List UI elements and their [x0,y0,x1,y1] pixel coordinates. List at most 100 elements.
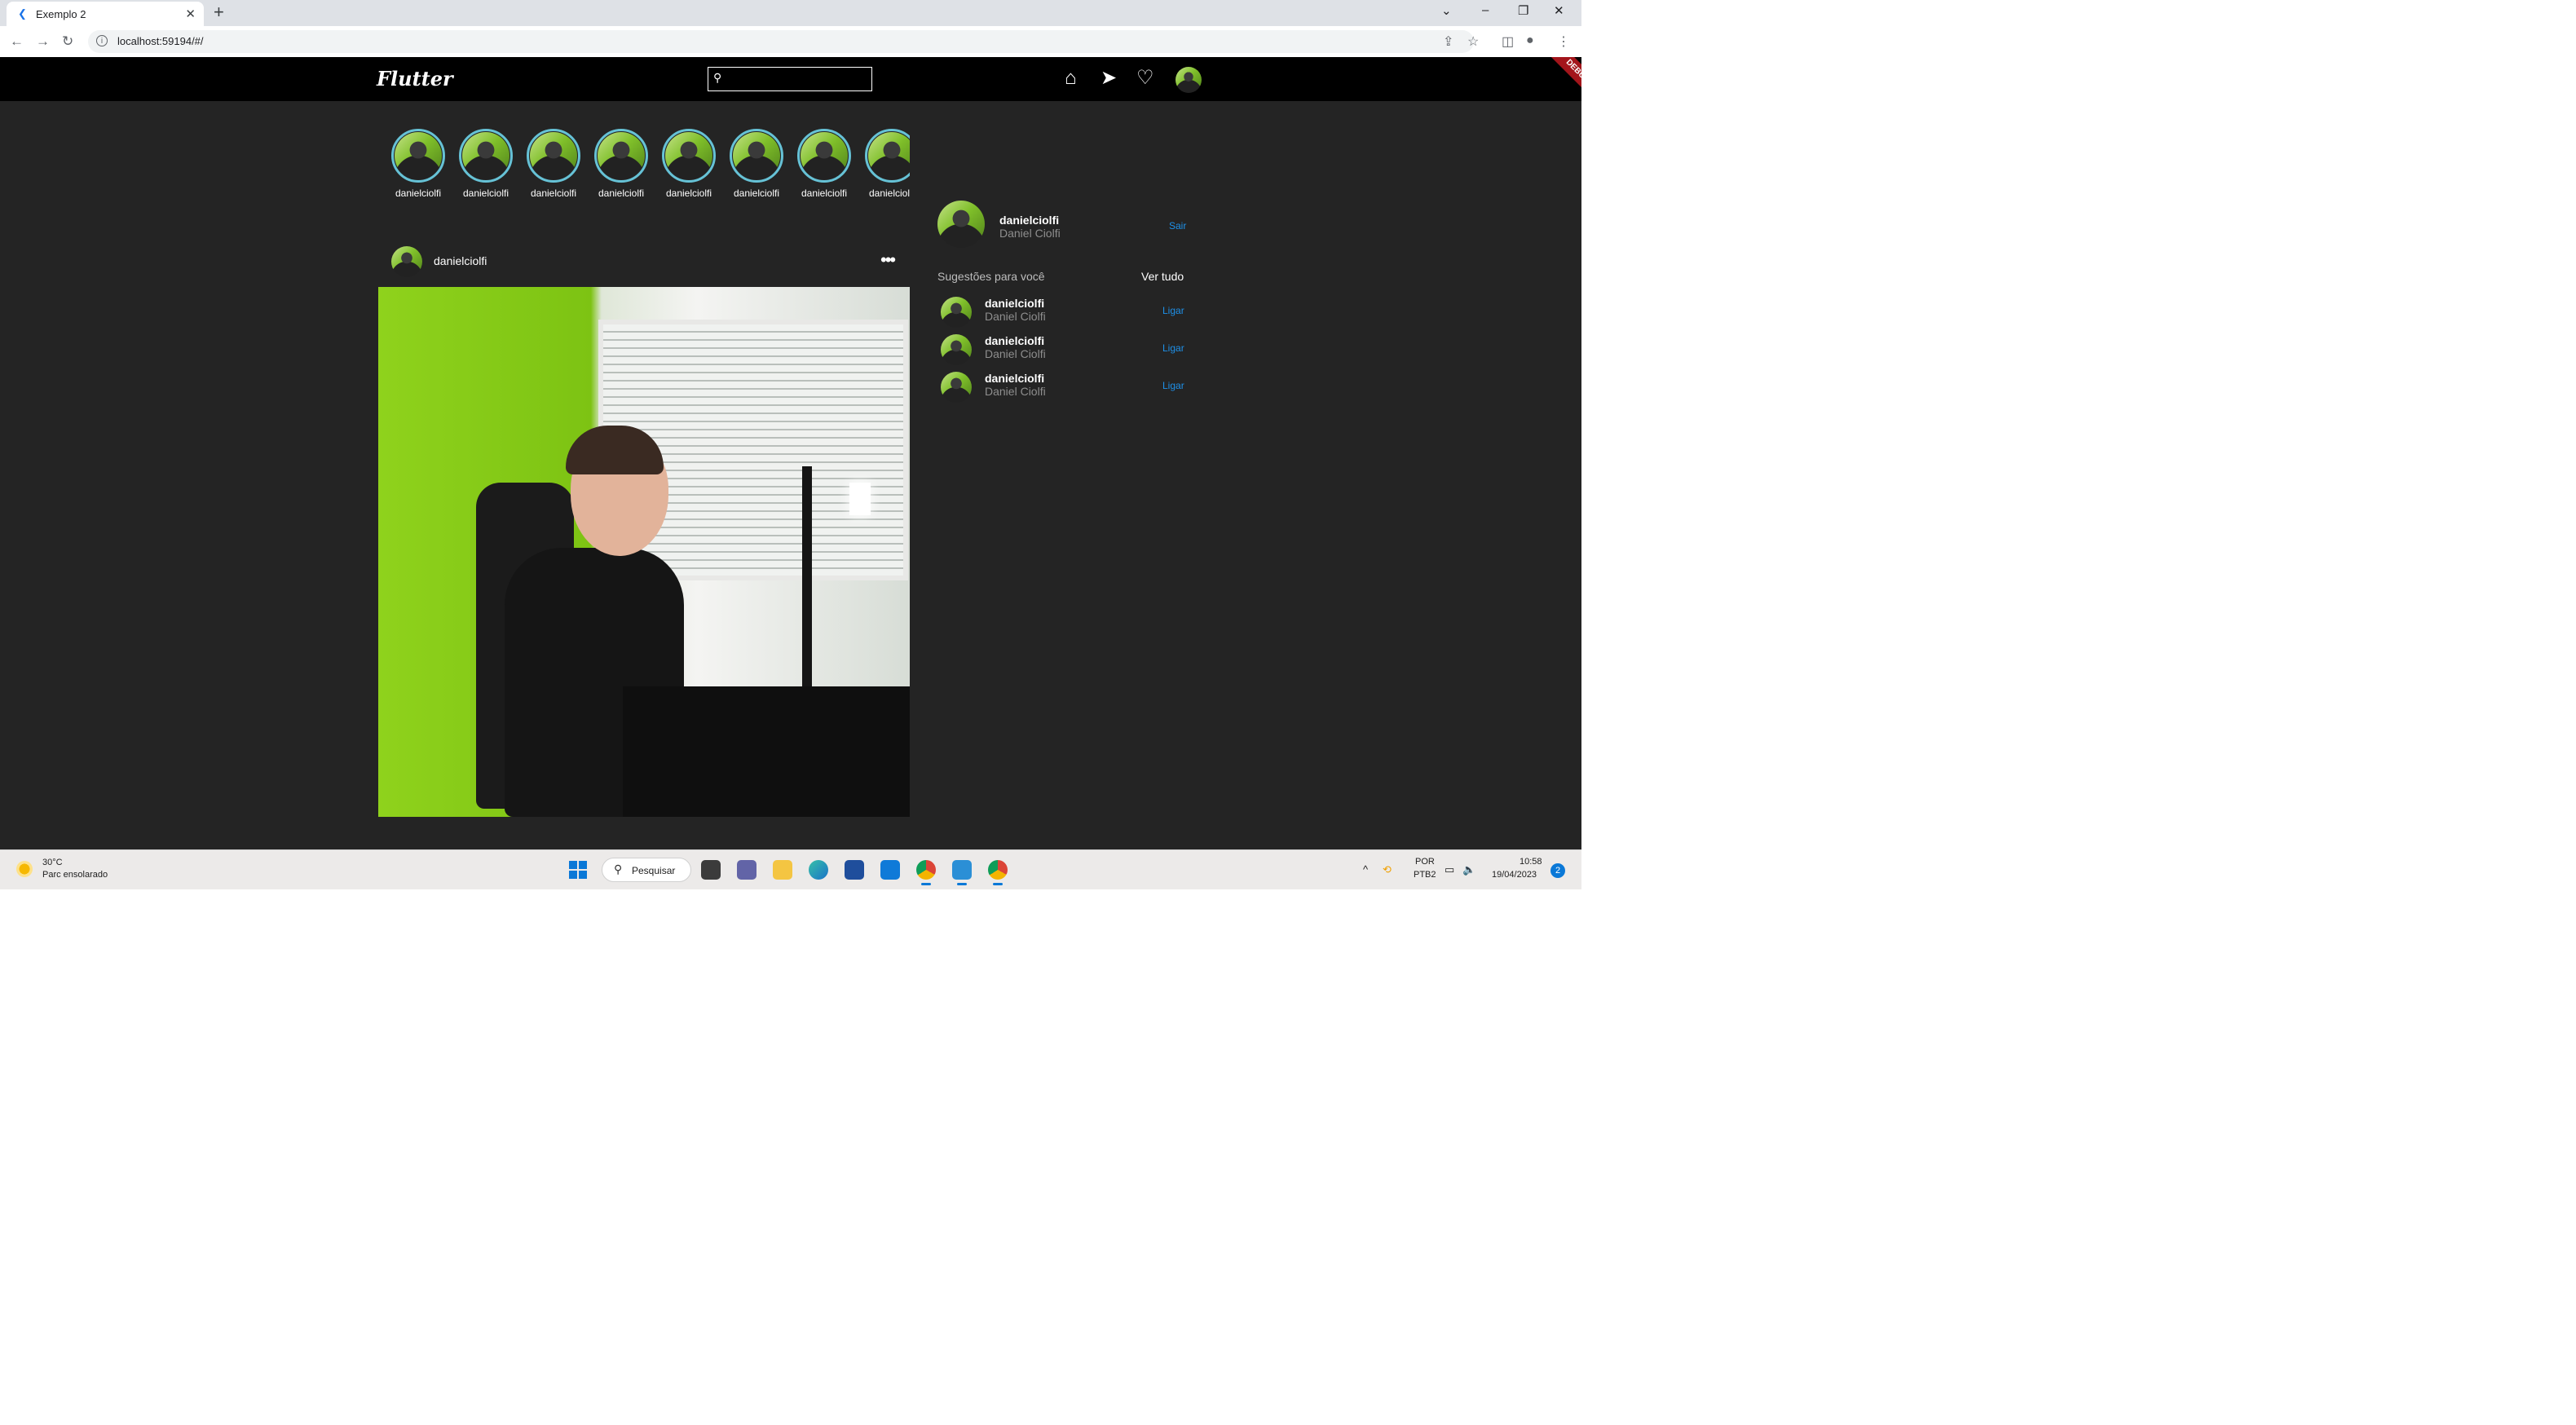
close-tab-icon[interactable]: ✕ [185,7,196,21]
flutter-favicon-icon: ❮ [18,7,27,20]
profile-avatar[interactable] [1176,67,1202,93]
windows-start-icon[interactable] [569,861,587,879]
vscode-icon[interactable] [952,860,972,885]
story-username: danielciolfi [462,188,509,199]
story-avatar[interactable] [598,132,645,179]
sync-icon[interactable]: ⟲ [1383,863,1392,876]
story-item[interactable]: danielciolfi [390,129,447,204]
suggestion-name: Daniel Ciolfi [985,310,1046,323]
tab-title: Exemplo 2 [36,8,86,20]
suggestion-username[interactable]: danielciolfi [985,297,1044,310]
keyboard-layout[interactable]: PTB2 [1414,870,1436,880]
current-user-name: Daniel Ciolfi [999,227,1061,240]
stories-row: danielciolfi danielciolfi danielciolfi dani… [0,57,910,220]
story-item[interactable]: danielciolfi [728,129,785,204]
connect-button[interactable]: Ligar [1162,342,1184,354]
file-explorer-icon[interactable] [773,860,792,880]
taskbar-search-label: Pesquisar [632,865,676,876]
story-avatar[interactable] [395,132,442,179]
desk [623,686,910,817]
story-item[interactable]: danielciolfi [525,129,582,204]
suggestion-username[interactable]: danielciolfi [985,334,1044,347]
suggestion-name: Daniel Ciolfi [985,347,1046,360]
task-view-icon[interactable] [701,860,721,880]
share-icon[interactable]: ⇪ [1443,33,1453,50]
current-user-avatar[interactable] [937,201,985,248]
story-avatar[interactable] [530,132,577,179]
current-user-username[interactable]: danielciolfi [999,214,1059,227]
taskbar-search-button[interactable]: ⚲ Pesquisar [602,858,691,882]
story-item[interactable]: danielciolfi [796,129,853,204]
clock-time[interactable]: 10:58 [1520,857,1542,867]
input-language[interactable]: POR [1415,857,1435,867]
post-author-avatar[interactable] [391,246,422,277]
story-username: danielciolfi [801,188,848,199]
suggestion-avatar[interactable] [941,297,972,328]
minimize-button[interactable]: – [1482,3,1489,17]
tray-chevron-up-icon[interactable]: ^ [1363,863,1368,876]
browser-tab-strip: ❮ Exemplo 2 ✕ + ⌄ – ❐ ✕ [0,0,1581,26]
restore-button[interactable]: ❐ [1518,3,1528,18]
edge-browser-icon[interactable] [809,860,828,880]
post-more-options-icon[interactable]: ••• [880,249,896,271]
send-icon[interactable]: ➤ [1101,68,1117,88]
story-username: danielciolfi [530,188,577,199]
microsoft-store-icon[interactable] [845,860,864,880]
new-tab-button[interactable]: + [214,2,224,23]
story-item[interactable]: danielciolfi [593,129,650,204]
weather-description[interactable]: Parc ensolarado [42,870,108,880]
browser-toolbar: ← → ↻ i localhost:59194/#/ ⇪ ☆ ◫ ● ⋮ [0,26,1581,58]
suggestions-title: Sugestões para você [937,270,1045,283]
story-item[interactable]: danielciolfi [660,129,717,204]
weather-sun-icon[interactable] [16,861,33,877]
story-username: danielciolfi [395,188,442,199]
suggestion-name: Daniel Ciolfi [985,385,1046,398]
site-info-icon[interactable]: i [96,35,108,46]
close-window-button[interactable]: ✕ [1554,3,1564,18]
story-avatar[interactable] [868,132,910,179]
post-author-username[interactable]: danielciolfi [434,254,487,267]
connect-button[interactable]: Ligar [1162,380,1184,391]
home-icon[interactable]: ⌂ [1065,68,1077,88]
weather-temperature[interactable]: 30°C [42,858,63,867]
logout-button[interactable]: Sair [1169,220,1186,232]
url-text[interactable]: localhost:59194/#/ [117,35,204,47]
post-image[interactable] [378,287,910,817]
heart-icon[interactable]: ♡ [1136,68,1154,88]
story-username: danielciolfi [665,188,712,199]
tab-search-chevron-icon[interactable]: ⌄ [1441,3,1452,18]
bookmark-star-icon[interactable]: ☆ [1467,33,1479,50]
side-panel-icon[interactable]: ◫ [1502,33,1514,50]
suggestion-avatar[interactable] [941,334,972,365]
windows-taskbar: 30°C Parc ensolarado ⚲ Pesquisar ^ ⟲ POR… [0,849,1581,889]
clock-date[interactable]: 19/04/2023 [1492,870,1537,880]
notification-badge[interactable]: 2 [1550,863,1565,878]
see-all-link[interactable]: Ver tudo [1141,270,1184,283]
chrome-icon[interactable] [916,860,936,885]
led-light [849,483,871,515]
back-arrow-icon[interactable]: ← [10,33,24,50]
forward-arrow-icon[interactable]: → [36,33,50,50]
story-avatar[interactable] [462,132,509,179]
connect-button[interactable]: Ligar [1162,305,1184,316]
address-bar[interactable]: i localhost:59194/#/ [88,30,1474,53]
chrome-icon[interactable] [988,860,1008,885]
story-avatar[interactable] [801,132,848,179]
reload-icon[interactable]: ↻ [62,33,73,50]
story-username: danielciolfi [598,188,645,199]
mail-app-icon[interactable] [880,860,900,880]
story-avatar[interactable] [665,132,712,179]
teams-chat-icon[interactable] [737,860,756,880]
story-item[interactable]: danielciolfi [457,129,514,204]
volume-muted-icon[interactable]: 🔈 [1462,863,1475,876]
app-viewport: Flutter ⚲ ⌂ ➤ ♡ DEBUG danielciolfi daniel… [0,57,1581,849]
story-avatar[interactable] [733,132,780,179]
story-username: danielciolfi [733,188,780,199]
suggestion-avatar[interactable] [941,372,972,403]
suggestion-username[interactable]: danielciolfi [985,372,1044,385]
browser-tab[interactable]: ❮ Exemplo 2 ✕ [7,2,204,26]
menu-kebab-icon[interactable]: ⋮ [1557,33,1570,50]
network-icon[interactable]: ▭ [1445,863,1454,876]
profile-icon[interactable]: ● [1526,33,1534,48]
story-item[interactable]: danielciolfi [863,129,910,204]
